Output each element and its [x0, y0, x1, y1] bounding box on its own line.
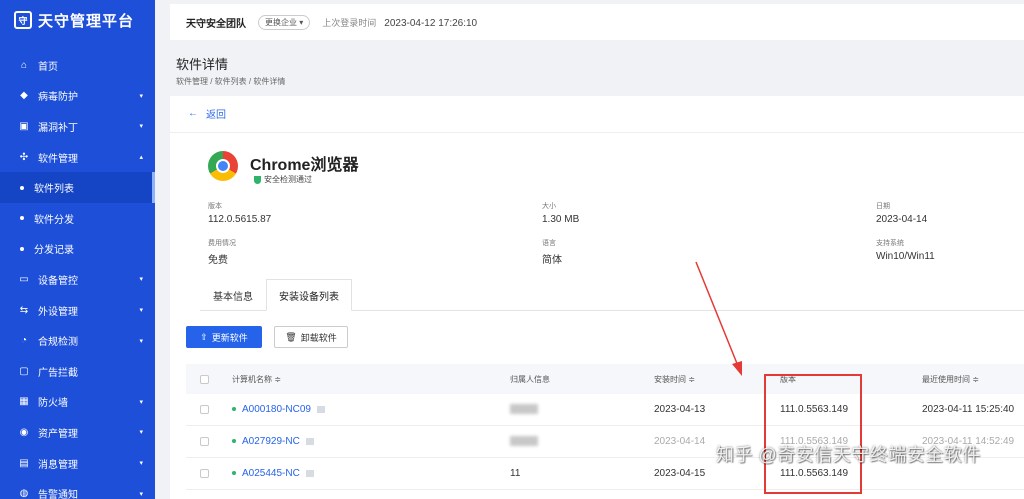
- annotation-highlight-box: [764, 374, 862, 494]
- watermark: 知乎 @奇安信天守终端安全软件: [716, 445, 981, 465]
- annotation-arrow: [695, 261, 742, 376]
